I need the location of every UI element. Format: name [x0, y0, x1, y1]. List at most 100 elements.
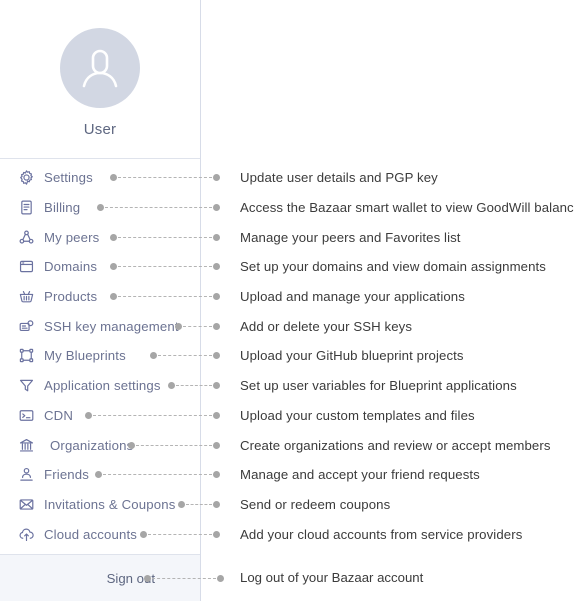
- connector-dot-left: [150, 352, 157, 360]
- connector-dot-left: [168, 382, 175, 390]
- account-menu-page: User Settings Update user details and PG…: [0, 0, 574, 601]
- sidebar-item-friends[interactable]: Friends: [18, 460, 89, 490]
- user-avatar-icon: [82, 49, 118, 88]
- menu-description: Send or redeem coupons: [240, 496, 391, 512]
- menu-row-invitations-coupons: Invitations & Coupons Send or redeem cou…: [0, 490, 574, 520]
- menu-row-cdn: CDN Upload your custom templates and fil…: [0, 401, 574, 431]
- menu-row-friends: Friends Manage and accept your friend re…: [0, 460, 574, 490]
- sidebar-item-organizations[interactable]: Organizations: [18, 430, 133, 460]
- connector-dash: [183, 325, 212, 327]
- basket-icon: [18, 288, 35, 305]
- connector-dash: [186, 503, 212, 505]
- sidebar-item-my-peers[interactable]: My peers: [18, 222, 99, 252]
- sidebar-item-label: Application settings: [44, 378, 161, 394]
- menu-description: Add or delete your SSH keys: [240, 318, 413, 334]
- menu-description: Upload your GitHub blueprint projects: [240, 348, 464, 364]
- connector-dash: [152, 577, 216, 579]
- signout-button[interactable]: Sign out: [0, 555, 155, 601]
- connector-dash: [118, 177, 212, 179]
- menu-row-organizations: Organizations Create organizations and r…: [0, 430, 574, 460]
- connector-line: [95, 460, 220, 490]
- connector-line: [110, 252, 220, 282]
- connector-line: [128, 430, 220, 460]
- menu-description: Update user details and PGP key: [240, 170, 438, 186]
- menu-row-ssh-key-management: SSH key management Add or delete your SS…: [0, 311, 574, 341]
- connector-dot-right: [213, 352, 220, 360]
- connector-dot-left: [128, 441, 135, 449]
- menu-description: Set up your domains and view domain assi…: [240, 259, 546, 275]
- sidebar-item-my-blueprints[interactable]: My Blueprints: [18, 341, 126, 371]
- bank-icon: [18, 437, 35, 454]
- connector-dash: [118, 236, 212, 238]
- connector-line: [97, 193, 220, 223]
- menu-row-application-settings: Application settings Set up user variabl…: [0, 371, 574, 401]
- connector-dot-right: [213, 441, 220, 449]
- connector-dot-right: [213, 530, 220, 538]
- menu-row-my-peers: My peers Manage your peers and Favorites…: [0, 222, 574, 252]
- sidebar-item-cloud-accounts[interactable]: Cloud accounts: [18, 519, 137, 549]
- sidebar-item-label: Products: [44, 289, 98, 305]
- terminal-icon: [18, 407, 35, 424]
- sidebar-item-label: SSH key management: [44, 318, 179, 334]
- connector-dot-right: [213, 411, 220, 419]
- connector-dash: [158, 355, 212, 357]
- blueprint-icon: [18, 347, 35, 364]
- connector-line: [110, 163, 220, 193]
- sidebar-item-label: Settings: [44, 170, 93, 186]
- menu-description: Manage your peers and Favorites list: [240, 229, 461, 245]
- sidebar-item-label: Domains: [44, 259, 98, 275]
- connector-dot-right: [213, 263, 220, 271]
- connector-dash: [176, 385, 212, 387]
- sidebar-item-settings[interactable]: Settings: [18, 163, 93, 193]
- profile-header: User: [0, 0, 200, 158]
- connector-dash: [148, 533, 212, 535]
- sidebar-item-billing[interactable]: Billing: [18, 193, 80, 223]
- funnel-icon: [18, 377, 35, 394]
- connector-line: [168, 371, 220, 401]
- connector-line: [178, 490, 220, 520]
- menu-description: Add your cloud accounts from service pro…: [240, 526, 523, 542]
- connector-line: [150, 341, 220, 371]
- connector-dash: [118, 266, 212, 268]
- sidebar-item-application-settings[interactable]: Application settings: [18, 371, 161, 401]
- sidebar-item-products[interactable]: Products: [18, 282, 97, 312]
- menu-row-billing: Billing Access the Bazaar smart wallet t…: [0, 193, 574, 223]
- menu-description: Upload your custom templates and files: [240, 407, 475, 423]
- connector-dot-right: [213, 233, 220, 241]
- sidebar-item-label: Friends: [44, 467, 90, 483]
- cloud-upload-icon: [18, 526, 35, 543]
- menu-description: Upload and manage your applications: [240, 289, 465, 305]
- connector-line: [110, 222, 220, 252]
- menu-row-products: Products Upload and manage your applicat…: [0, 282, 574, 312]
- sidebar-item-label: Organizations: [50, 437, 134, 453]
- connector-dot-right: [213, 382, 220, 390]
- connector-dot-left: [95, 471, 102, 479]
- sidebar-item-label: My peers: [44, 229, 100, 245]
- connector-dot-left: [110, 174, 117, 182]
- header-separator: [0, 158, 200, 159]
- signout-footer[interactable]: Sign out: [0, 554, 224, 601]
- menu-description: Access the Bazaar smart wallet to view G…: [240, 200, 574, 216]
- document-icon: [18, 199, 35, 216]
- connector-dot-left: [140, 530, 147, 538]
- sidebar-item-label: Cloud accounts: [44, 526, 138, 542]
- connector-line: [85, 401, 220, 431]
- sidebar-item-domains[interactable]: Domains: [18, 252, 97, 282]
- avatar[interactable]: [60, 28, 140, 108]
- menu-row-domains: Domains Set up your domains and view dom…: [0, 252, 574, 282]
- menu-row-cloud-accounts: Cloud accounts Add your cloud accounts f…: [0, 519, 574, 549]
- sidebar-item-ssh-key-management[interactable]: SSH key management: [18, 311, 179, 341]
- connector-line: [144, 555, 224, 601]
- connector-dot-right: [213, 322, 220, 330]
- menu-list: Settings Update user details and PGP key…: [0, 163, 574, 549]
- menu-description: Manage and accept your friend requests: [240, 467, 480, 483]
- profile-name: User: [83, 121, 117, 138]
- envelope-icon: [18, 496, 35, 513]
- connector-dash: [118, 296, 212, 298]
- sidebar-item-cdn[interactable]: CDN: [18, 401, 73, 431]
- connector-line: [140, 519, 220, 549]
- sidebar-item-invitations-coupons[interactable]: Invitations & Coupons: [18, 490, 175, 520]
- sidebar-item-label: CDN: [44, 407, 74, 423]
- ssh-key-icon: [18, 318, 35, 335]
- menu-row-my-blueprints: My Blueprints Upload your GitHub bluepri…: [0, 341, 574, 371]
